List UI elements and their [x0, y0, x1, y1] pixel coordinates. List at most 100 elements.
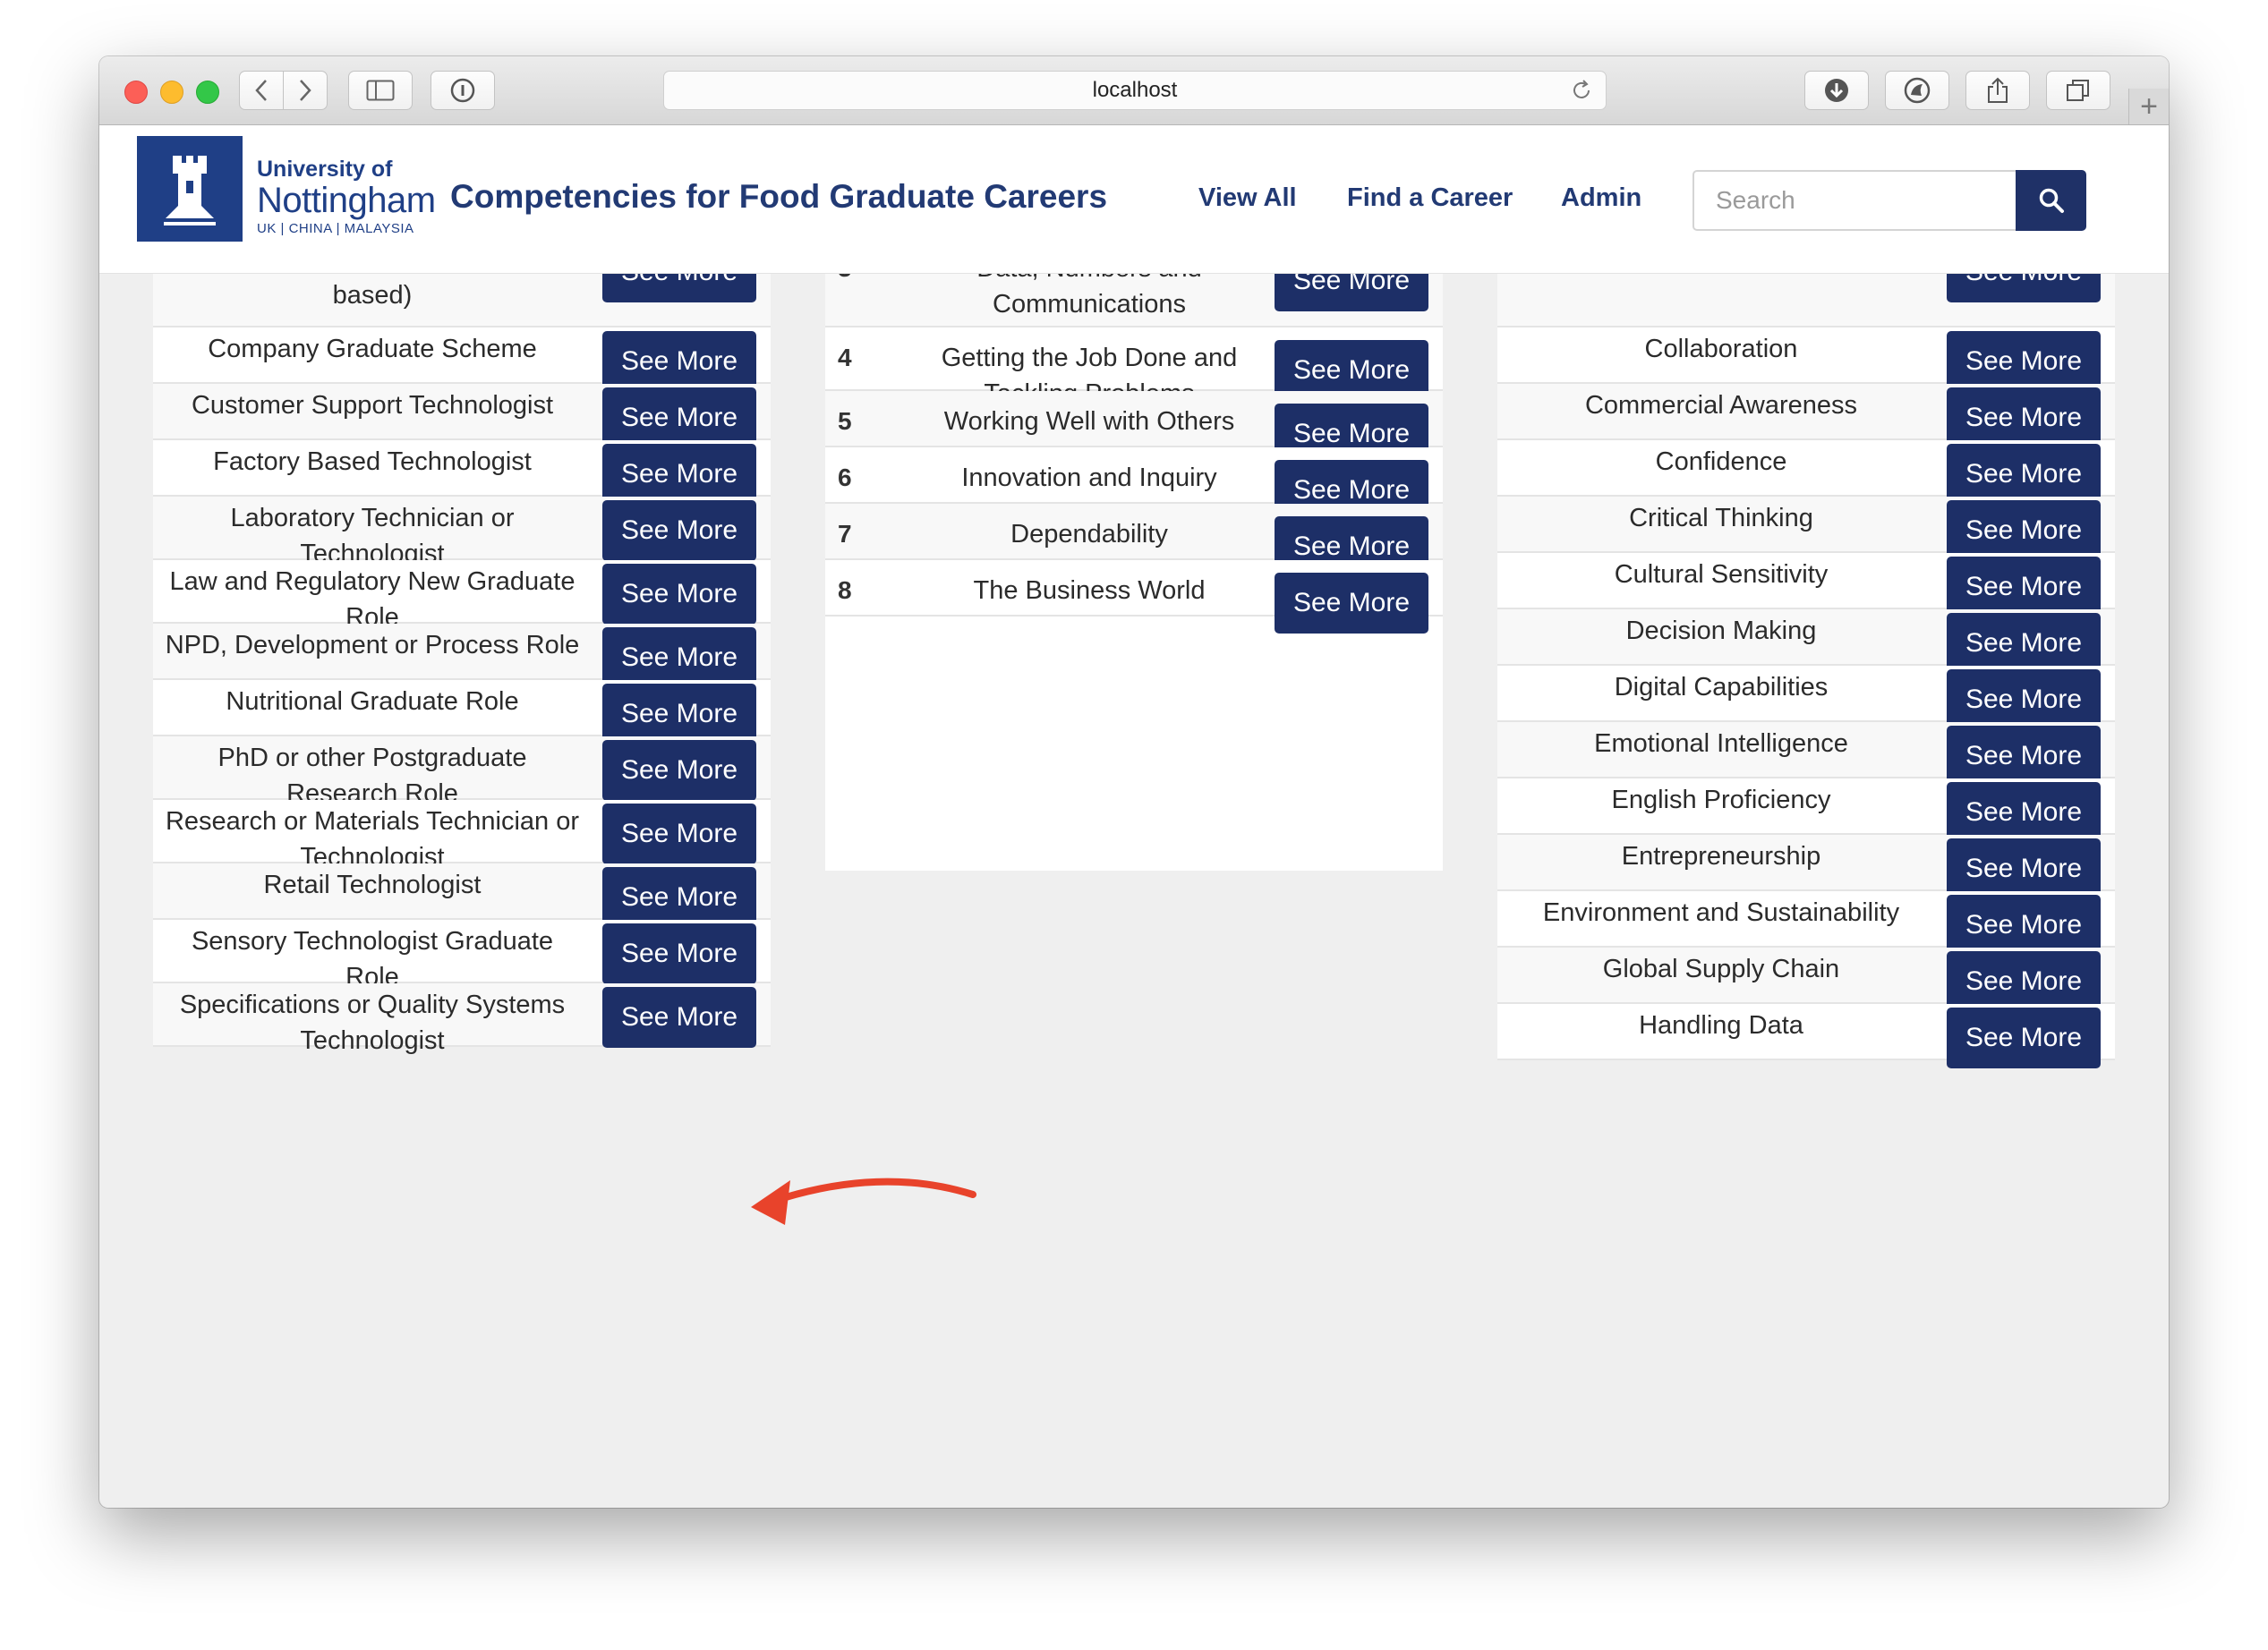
see-more-button[interactable]: See More: [1947, 500, 2101, 561]
career-row: Factory Based Technologist See More: [153, 440, 771, 505]
plus-icon: +: [2140, 89, 2158, 123]
see-more-button[interactable]: See More: [1947, 895, 2101, 956]
see-more-button[interactable]: See More: [602, 564, 756, 625]
career-row: Retail Technologist See More: [153, 863, 771, 928]
see-more-button[interactable]: See More: [1947, 726, 2101, 787]
nav-find-a-career[interactable]: Find a Career: [1347, 183, 1513, 213]
see-more-button[interactable]: See More: [602, 444, 756, 505]
see-more-button[interactable]: See More: [602, 274, 756, 302]
category-label: Innovation and Inquiry: [961, 464, 1217, 492]
see-more-button[interactable]: See More: [602, 500, 756, 561]
career-list: Auditing Roles (not single factory based…: [153, 274, 771, 1055]
see-more-button[interactable]: See More: [1275, 274, 1428, 311]
share-button[interactable]: [1965, 71, 2030, 110]
see-more-button[interactable]: See More: [1947, 669, 2101, 730]
see-more-button[interactable]: See More: [602, 804, 756, 864]
see-more-button[interactable]: See More: [1947, 557, 2101, 617]
sidebar-button[interactable]: [348, 71, 413, 110]
category-number: 5: [838, 407, 852, 435]
new-tab-button[interactable]: +: [2128, 89, 2169, 124]
career-row: Sensory Technologist Graduate Role See Mo…: [153, 920, 771, 991]
competency-label: Entrepreneurship: [1621, 842, 1821, 871]
logo-line-1: University of: [257, 157, 393, 182]
competency-row: Application of IT See More: [1497, 274, 2115, 327]
search-input[interactable]: [1692, 170, 2016, 231]
close-window-button[interactable]: [124, 81, 148, 104]
castle-crest-icon: [164, 156, 216, 225]
see-more-button[interactable]: See More: [1947, 274, 2101, 302]
competency-row: Digital Capabilities See More: [1497, 666, 2115, 730]
logo-line-2: Nottingham: [257, 181, 436, 220]
competency-label: Commercial Awareness: [1584, 391, 1858, 420]
reader-info-button[interactable]: [431, 71, 495, 110]
see-more-button[interactable]: See More: [1947, 838, 2101, 899]
see-more-button[interactable]: See More: [602, 740, 756, 801]
site-title[interactable]: Competencies for Food Graduate Careers: [450, 178, 1107, 216]
extension-button[interactable]: [1885, 71, 1949, 110]
see-more-button[interactable]: See More: [1947, 444, 2101, 505]
competency-row: Environment and Sustainability See More: [1497, 891, 2115, 956]
competency-label: English Proficiency: [1611, 786, 1831, 814]
see-more-button[interactable]: See More: [602, 684, 756, 744]
university-logo[interactable]: [137, 136, 243, 242]
see-more-button[interactable]: See More: [1947, 782, 2101, 843]
career-row: Company Graduate Scheme See More: [153, 327, 771, 392]
category-number: 8: [838, 576, 852, 604]
nav-admin[interactable]: Admin: [1561, 183, 1641, 213]
chevron-right-icon: [300, 80, 311, 101]
see-more-button[interactable]: See More: [1947, 613, 2101, 674]
career-row: Nutritional Graduate Role See More: [153, 680, 771, 744]
category-number: 3: [838, 274, 852, 283]
competency-label: Decision Making: [1625, 617, 1817, 645]
category-number: 7: [838, 520, 852, 548]
logo-line-3: UK | CHINA | MALAYSIA: [257, 221, 414, 236]
see-more-button[interactable]: See More: [1947, 331, 2101, 392]
nav-view-all[interactable]: View All: [1198, 183, 1297, 213]
search-icon: [2039, 188, 2064, 213]
site-header: University of Nottingham UK | CHINA | MA…: [99, 125, 2169, 274]
career-row: PhD or other Postgraduate Research Role S…: [153, 736, 771, 808]
reload-icon[interactable]: [1570, 79, 1593, 102]
back-button[interactable]: [239, 71, 284, 110]
see-more-button[interactable]: See More: [602, 331, 756, 392]
see-more-button[interactable]: See More: [602, 627, 756, 688]
see-more-button[interactable]: See More: [602, 387, 756, 448]
category-label: Data, Numbers and Communications: [976, 274, 1201, 319]
search-button[interactable]: [2016, 170, 2086, 231]
search-form: [1692, 170, 2086, 231]
career-label: Auditing Roles (not single factory based…: [332, 281, 413, 310]
downloads-button[interactable]: [1804, 71, 1869, 110]
see-more-button[interactable]: See More: [1947, 1008, 2101, 1068]
chevron-left-icon: [255, 80, 267, 101]
share-icon: [1988, 77, 2008, 103]
address-bar[interactable]: localhost: [663, 71, 1607, 110]
category-row: 3 Data, Numbers and Communications See Mor…: [825, 274, 1443, 327]
category-label: Working Well with Others: [943, 407, 1235, 436]
see-more-button[interactable]: See More: [1947, 951, 2101, 1012]
annotation-arrow-icon: [751, 1178, 976, 1225]
category-row: 4Getting the Job Done and Tackling Probl…: [825, 327, 1443, 408]
see-more-button[interactable]: See More: [1275, 573, 1428, 634]
competency-row: Decision Making See More: [1497, 609, 2115, 674]
see-more-button[interactable]: See More: [602, 867, 756, 928]
sidebar-icon: [366, 80, 395, 101]
competency-row: Handling Data See More: [1497, 1004, 2115, 1068]
career-row: Law and Regulatory New Graduate Role See …: [153, 560, 771, 632]
category-row: 7 Dependability See More: [825, 504, 1443, 577]
category-number: 4: [838, 344, 852, 371]
minimize-window-button[interactable]: [160, 81, 183, 104]
competency-row: Cultural Sensitivity See More: [1497, 553, 2115, 617]
see-more-button[interactable]: See More: [602, 987, 756, 1048]
see-more-button[interactable]: See More: [602, 923, 756, 984]
forward-button[interactable]: [283, 71, 328, 110]
tabs-overview-button[interactable]: [2046, 71, 2110, 110]
competency-row: Global Supply Chain See More: [1497, 948, 2115, 1012]
competency-label: Cultural Sensitivity: [1614, 560, 1829, 589]
competency-row: Commercial Awareness See More: [1497, 384, 2115, 448]
competency-row: Emotional Intelligence See More: [1497, 722, 2115, 787]
career-row: Specifications or Quality Systems Techno…: [153, 983, 771, 1055]
browser-window: localhost + University of Nottingham UK …: [99, 56, 2169, 1508]
zoom-window-button[interactable]: [196, 81, 219, 104]
see-more-button[interactable]: See More: [1947, 387, 2101, 448]
category-label: The Business World: [973, 576, 1206, 605]
